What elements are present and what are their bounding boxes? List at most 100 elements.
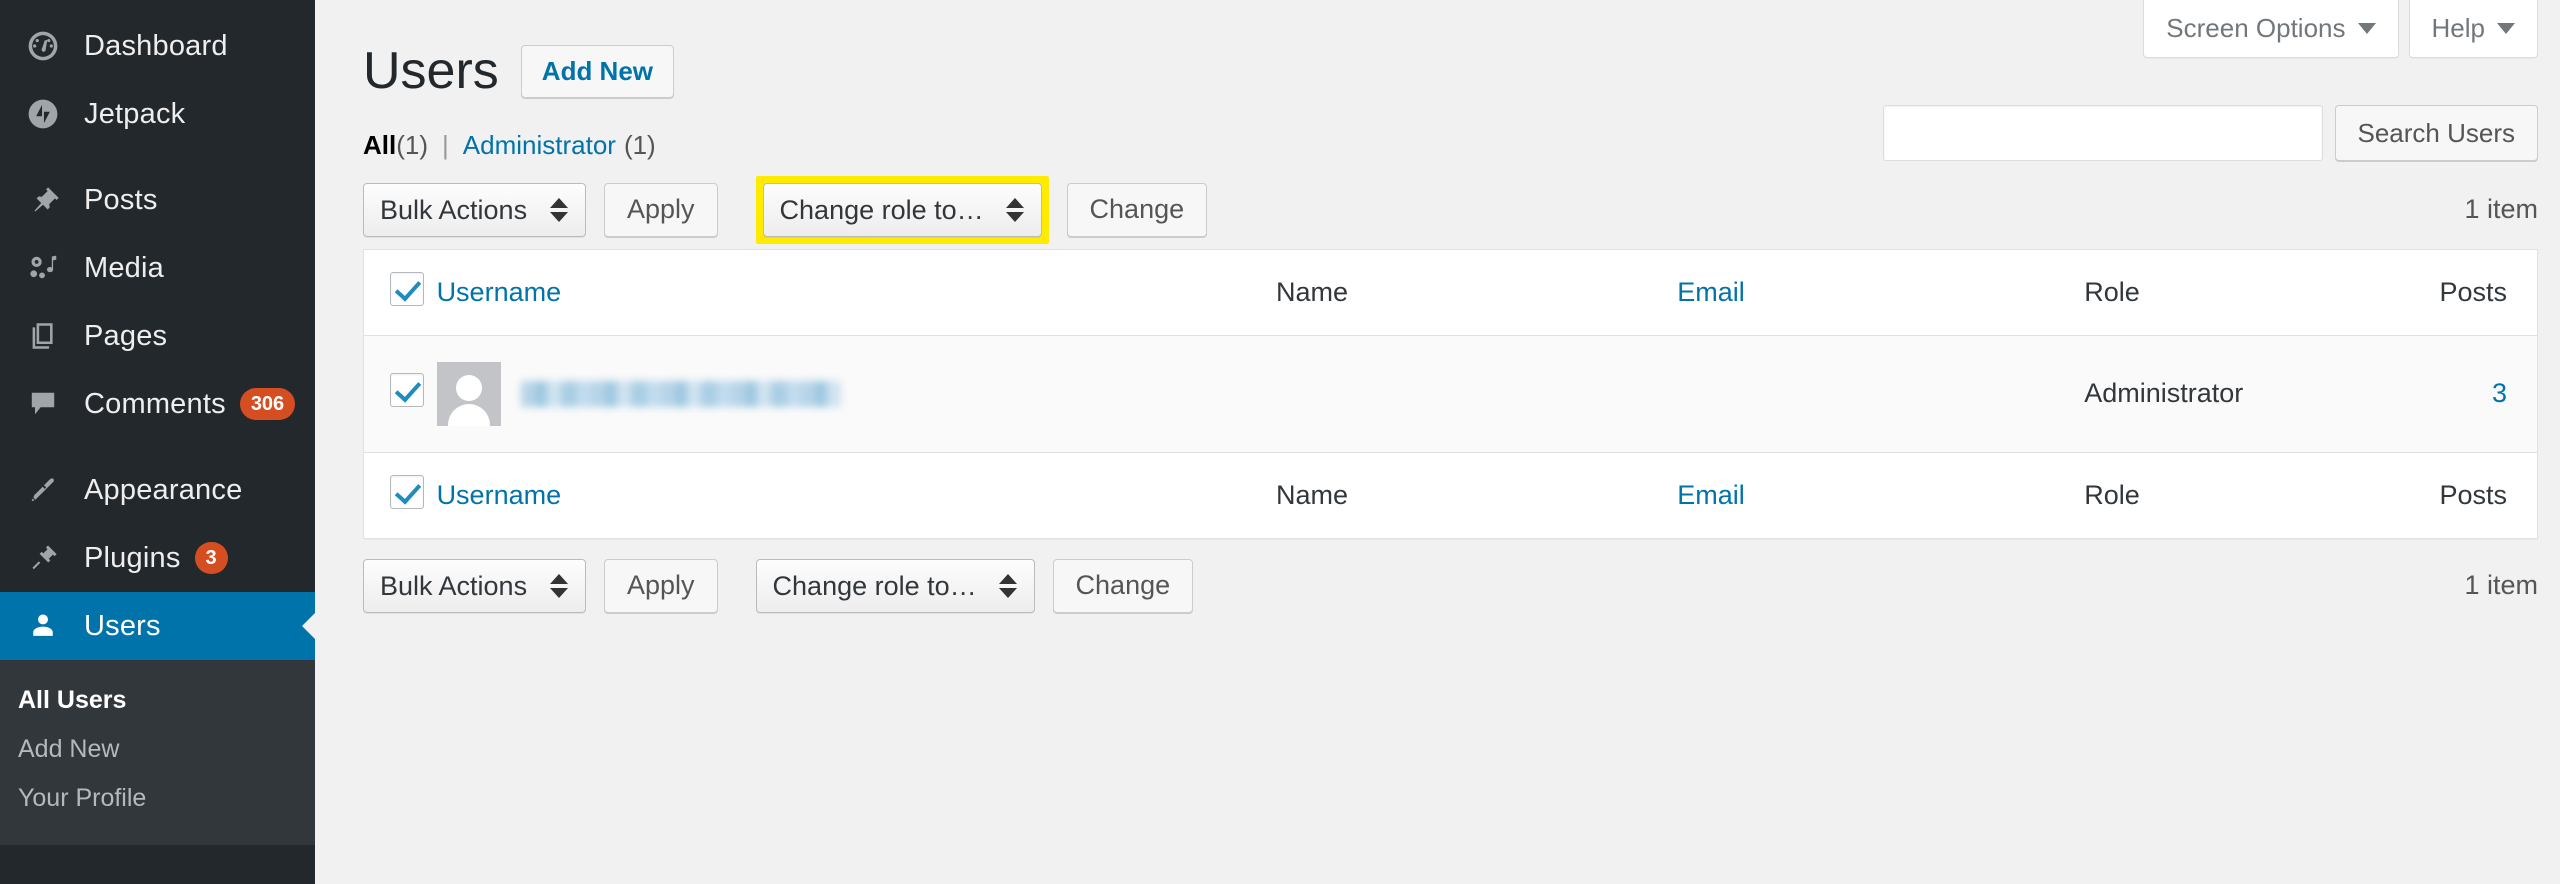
sidebar-item-label: Jetpack: [84, 97, 186, 130]
redacted-username: [520, 380, 841, 407]
column-label-name: Name: [1276, 276, 1349, 307]
add-new-button[interactable]: Add New: [520, 45, 675, 98]
users-table: Username Name Email Role Posts Administr…: [363, 248, 2538, 539]
pages-icon: [18, 320, 68, 352]
bulk-actions-select-wrap: Bulk Actions: [363, 182, 586, 237]
select-all-footer: [363, 452, 437, 539]
select-all-checkbox-bottom[interactable]: [390, 474, 424, 509]
sidebar-item-pages[interactable]: Pages: [0, 302, 315, 370]
users-table-body: Administrator 3: [363, 335, 2538, 453]
sidebar-item-jetpack[interactable]: Jetpack: [0, 80, 315, 148]
sidebar-item-dashboard[interactable]: Dashboard: [0, 12, 315, 80]
sort-username-link[interactable]: Username: [437, 277, 562, 307]
plugins-count-badge: 3: [194, 542, 228, 574]
displaying-num-top: 1 item: [2464, 194, 2538, 225]
column-label-posts: Posts: [2439, 479, 2507, 510]
column-header-name: Name: [1276, 249, 1678, 336]
column-footer-name: Name: [1276, 452, 1678, 539]
sidebar-item-label: Dashboard: [84, 29, 228, 62]
bulk-actions-select-bottom[interactable]: Bulk Actions: [363, 558, 586, 613]
pin-icon: [18, 184, 68, 216]
change-button-top[interactable]: Change: [1066, 182, 1208, 237]
sidebar-item-users[interactable]: Users: [0, 592, 315, 660]
apply-button-top[interactable]: Apply: [604, 182, 718, 237]
sidebar-item-appearance[interactable]: Appearance: [0, 456, 315, 524]
filter-administrator-count: (1): [623, 129, 656, 160]
change-button-bottom[interactable]: Change: [1052, 558, 1194, 613]
sidebar-item-media[interactable]: Media: [0, 234, 315, 302]
column-footer-posts: Posts: [2366, 452, 2538, 539]
filter-administrator-link[interactable]: Administrator: [463, 130, 616, 161]
apply-button-bottom[interactable]: Apply: [604, 558, 718, 613]
users-submenu: All Users Add New Your Profile: [0, 660, 315, 845]
table-row[interactable]: Administrator 3: [363, 335, 2538, 453]
bulk-actions-select-top[interactable]: Bulk Actions: [363, 182, 586, 237]
submenu-item-add-new[interactable]: Add New: [0, 725, 315, 774]
column-label-role: Role: [2084, 276, 2140, 307]
sort-email-link[interactable]: Email: [1677, 277, 1745, 307]
search-users-button[interactable]: Search Users: [2334, 105, 2538, 161]
sidebar-item-plugins[interactable]: Plugins 3: [0, 524, 315, 592]
submenu-item-label: All Users: [18, 686, 127, 714]
cell-email: [1677, 335, 2085, 453]
help-button[interactable]: Help: [2408, 0, 2538, 58]
search-input[interactable]: [1882, 105, 2323, 161]
sidebar-item-label: Media: [84, 251, 164, 284]
wordpress-admin: Dashboard Jetpack Posts Media Pages Comm…: [0, 0, 2560, 884]
search-box: Search Users: [1882, 105, 2538, 161]
user-icon: [18, 610, 68, 642]
column-header-role: Role: [2084, 249, 2367, 336]
screen-options-button[interactable]: Screen Options: [2143, 0, 2399, 58]
submenu-item-all-users[interactable]: All Users: [0, 676, 315, 725]
screen-options-label: Screen Options: [2166, 13, 2346, 43]
posts-count-link[interactable]: 3: [2492, 378, 2507, 408]
media-icon: [18, 252, 68, 284]
table-footer-row: Username Name Email Role Posts: [363, 452, 2538, 539]
change-role-select-bottom[interactable]: Change role to…: [755, 558, 1035, 613]
column-label-name: Name: [1276, 479, 1349, 510]
column-header-email: Email: [1677, 249, 2085, 336]
row-checkbox[interactable]: [390, 373, 424, 408]
cell-role: Administrator: [2084, 335, 2367, 453]
column-header-username: Username: [436, 249, 1277, 336]
admin-sidebar: Dashboard Jetpack Posts Media Pages Comm…: [0, 0, 315, 884]
change-role-select-wrap-bottom: Change role to…: [755, 558, 1035, 613]
sidebar-item-label: Appearance: [84, 473, 243, 506]
select-all-checkbox-top[interactable]: [390, 271, 424, 306]
sidebar-item-label: Plugins: [84, 541, 181, 574]
sidebar-item-posts[interactable]: Posts: [0, 166, 315, 234]
main-content: Screen Options Help Users Add New All (1…: [315, 0, 2560, 884]
submenu-item-label: Your Profile: [18, 784, 147, 812]
page-title: Users: [363, 42, 499, 101]
filter-all-count: (1): [396, 129, 429, 160]
comments-count-badge: 306: [239, 388, 296, 420]
sidebar-item-label: Comments: [84, 387, 226, 420]
table-header-row: Username Name Email Role Posts: [363, 249, 2538, 336]
dashboard-icon: [18, 30, 68, 62]
paintbrush-icon: [18, 474, 68, 506]
column-label-role: Role: [2084, 479, 2140, 510]
column-header-posts: Posts: [2366, 249, 2538, 336]
users-table-head: Username Name Email Role Posts: [363, 249, 2538, 336]
plug-icon: [18, 542, 68, 574]
sidebar-item-label: Pages: [84, 319, 168, 352]
sidebar-separator: [0, 148, 315, 166]
users-table-foot: Username Name Email Role Posts: [363, 452, 2538, 539]
cell-posts: 3: [2366, 335, 2538, 453]
sidebar-separator: [0, 438, 315, 456]
chevron-down-icon: [2497, 23, 2515, 34]
sort-email-link-bottom[interactable]: Email: [1677, 480, 1745, 510]
sidebar-item-comments[interactable]: Comments 306: [0, 370, 315, 438]
sidebar-item-label: Posts: [84, 183, 158, 216]
column-footer-role: Role: [2084, 452, 2367, 539]
change-role-select-top[interactable]: Change role to…: [762, 182, 1042, 237]
filter-all-link[interactable]: All: [363, 130, 396, 161]
column-footer-email: Email: [1677, 452, 2085, 539]
sort-username-link-bottom[interactable]: Username: [437, 480, 562, 510]
submenu-item-your-profile[interactable]: Your Profile: [0, 774, 315, 823]
role-value: Administrator: [2084, 378, 2244, 409]
bulk-actions-select-wrap-bottom: Bulk Actions: [363, 558, 586, 613]
avatar: [436, 361, 501, 426]
tablenav-bottom: Bulk Actions Apply Change role to… Chang…: [315, 558, 2560, 613]
comment-icon: [18, 388, 68, 420]
